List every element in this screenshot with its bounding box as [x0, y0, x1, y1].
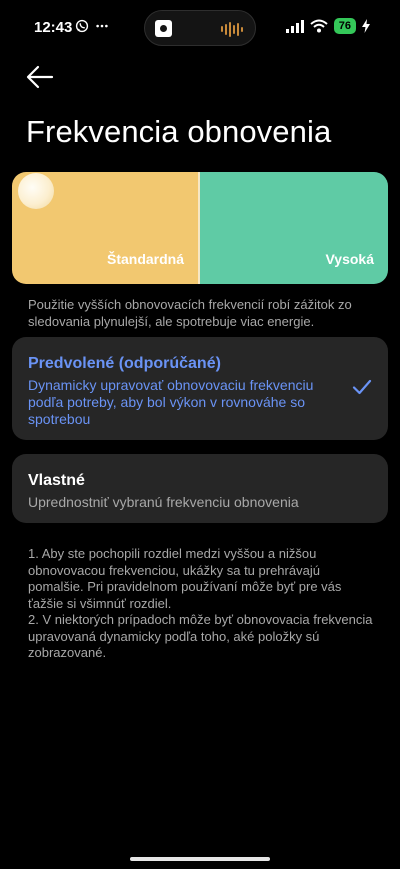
status-left-icons: [75, 19, 109, 33]
back-arrow-icon: [26, 65, 54, 89]
page-title: Frekvencia obnovenia: [26, 114, 332, 149]
option-custom-title: Vlastné: [28, 472, 85, 489]
notes: 1. Aby ste pochopili rozdiel medzi vyššo…: [28, 546, 374, 662]
home-indicator[interactable]: [130, 857, 270, 861]
preview-ball: [18, 173, 54, 209]
description-text: Použitie vyšších obnovovacích frekvencií…: [28, 297, 352, 329]
option-custom[interactable]: Vlastné Uprednostniť vybranú frekvenciu …: [12, 454, 388, 523]
back-button[interactable]: [26, 64, 56, 92]
battery-level: 76: [333, 18, 356, 34]
charging-icon: [362, 19, 370, 33]
preview-high: Vysoká: [200, 172, 388, 284]
preview-standard: Štandardná: [12, 172, 200, 284]
dynamic-island: [144, 10, 256, 46]
whatsapp-icon: [75, 19, 89, 33]
speaker-icon: [155, 20, 172, 37]
preview-high-label: Vysoká: [325, 251, 374, 267]
status-time: 12:43: [34, 19, 73, 36]
status-bar: 12:43 76: [0, 0, 400, 56]
wifi-icon: [310, 19, 328, 33]
more-icon: [96, 24, 108, 28]
option-recommended-description: Dynamicky upravovať obnovovaciu frekvenc…: [28, 377, 314, 427]
option-custom-description: Uprednostniť vybranú frekvenciu obnoveni…: [28, 494, 299, 510]
option-recommended[interactable]: Predvolené (odporúčané) Dynamicky upravo…: [12, 337, 388, 440]
option-recommended-title: Predvolené (odporúčané): [28, 355, 221, 372]
note-1: 1. Aby ste pochopili rozdiel medzi vyššo…: [28, 546, 342, 611]
note-2: 2. V niektorých prípadoch môže byť obnov…: [28, 612, 373, 660]
screen: 12:43 76 Frekvencia obnovenia Štandardná…: [0, 0, 400, 869]
audio-wave-icon: [221, 21, 243, 37]
status-right-icons: 76: [285, 18, 370, 34]
check-icon: [352, 379, 372, 395]
preview-standard-label: Štandardná: [106, 251, 184, 267]
refresh-rate-preview: Štandardná Vysoká: [12, 172, 388, 284]
signal-icon: [285, 20, 304, 33]
